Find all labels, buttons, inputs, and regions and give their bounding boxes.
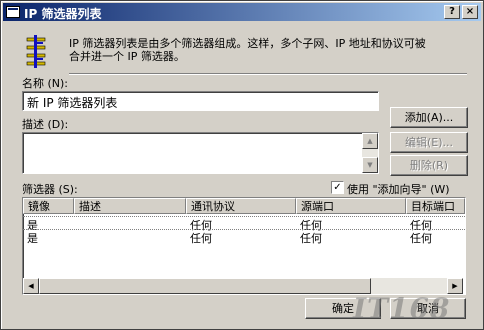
scroll-thumb[interactable] — [39, 278, 371, 294]
description-label: 描述 (D): — [22, 118, 69, 131]
delete-button[interactable]: 删除(R) — [390, 155, 468, 176]
column-header-destination-port[interactable]: 目标端口 — [406, 198, 465, 214]
ip-filter-list-dialog: IP 筛选器列表 ? × IP 筛选器列表是由多个筛选器组成。这样，多个子网、I… — [0, 0, 484, 330]
name-value: 新 IP 筛选器列表 — [27, 96, 118, 110]
scroll-up-icon[interactable]: ▲ — [362, 133, 378, 149]
scroll-right-icon[interactable]: ▶ — [447, 278, 463, 294]
column-header-description[interactable]: 描述 — [74, 198, 186, 214]
wizard-checkbox[interactable]: ✓ — [331, 181, 344, 194]
ok-button[interactable]: 确定 — [305, 298, 381, 319]
column-header-source-port[interactable]: 源端口 — [296, 198, 406, 214]
add-button[interactable]: 添加(A)... — [390, 107, 468, 128]
filters-list[interactable]: 镜像 描述 通讯协议 源端口 目标端口 是 任何 任何 任何 是 任何 任何 任… — [22, 197, 466, 295]
separator — [69, 73, 467, 75]
row-2-mirror: 是 — [27, 232, 38, 245]
name-field[interactable]: 新 IP 筛选器列表 — [22, 91, 379, 111]
wizard-checkbox-label: 使用 "添加向导" (W) — [347, 183, 450, 196]
description-field[interactable]: ▲ ▼ — [22, 132, 379, 174]
title-bar[interactable]: IP 筛选器列表 ? × — [3, 3, 481, 21]
scroll-left-icon[interactable]: ◀ — [23, 278, 39, 294]
scroll-down-icon[interactable]: ▼ — [362, 157, 378, 173]
help-button[interactable]: ? — [444, 5, 460, 19]
filters-horizontal-scrollbar[interactable]: ◀ ▶ — [23, 278, 463, 294]
column-header-protocol[interactable]: 通讯协议 — [186, 198, 296, 214]
intro-line-2: 合并进一个 IP 筛选器。 — [69, 50, 185, 63]
column-header-mirror[interactable]: 镜像 — [23, 198, 74, 214]
filters-label: 筛选器 (S): — [22, 183, 78, 196]
window-title: IP 筛选器列表 — [24, 7, 102, 21]
row-2-destination-port: 任何 — [410, 232, 432, 245]
row-focus-line-top — [23, 216, 465, 217]
row-2-protocol: 任何 — [190, 232, 212, 245]
name-label: 名称 (N): — [22, 77, 69, 90]
row-2-source-port: 任何 — [300, 232, 322, 245]
close-button[interactable]: × — [462, 5, 478, 19]
filter-icon — [26, 35, 46, 68]
window-icon — [6, 6, 20, 18]
edit-button[interactable]: 编辑(E)... — [390, 132, 468, 153]
cancel-button[interactable]: 取消 — [390, 298, 466, 319]
row-focus-line-bottom — [23, 229, 465, 230]
description-scrollbar[interactable]: ▲ ▼ — [362, 133, 378, 173]
